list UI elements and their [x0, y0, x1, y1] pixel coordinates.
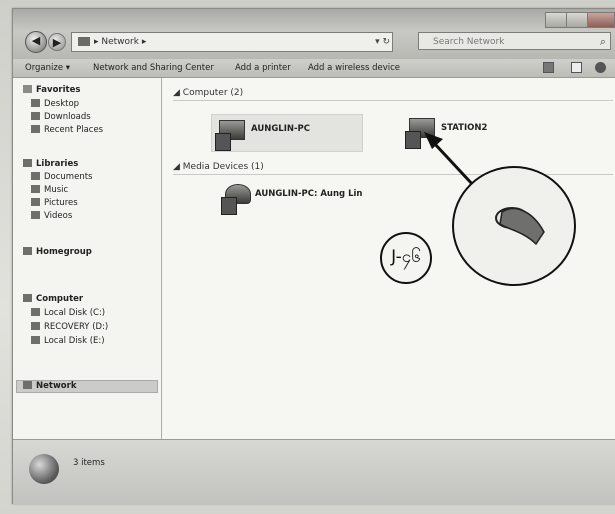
arrow-head: [424, 132, 443, 149]
mouse-hand-illustration: [452, 166, 576, 286]
screenshot-page: ◀ ▶ ▸ Network ▸ ▾ ↻ Search Network ⌕ Org…: [0, 0, 615, 514]
step-callout: J-၄၆: [380, 232, 432, 284]
hand-on-mouse-icon: [495, 207, 545, 246]
